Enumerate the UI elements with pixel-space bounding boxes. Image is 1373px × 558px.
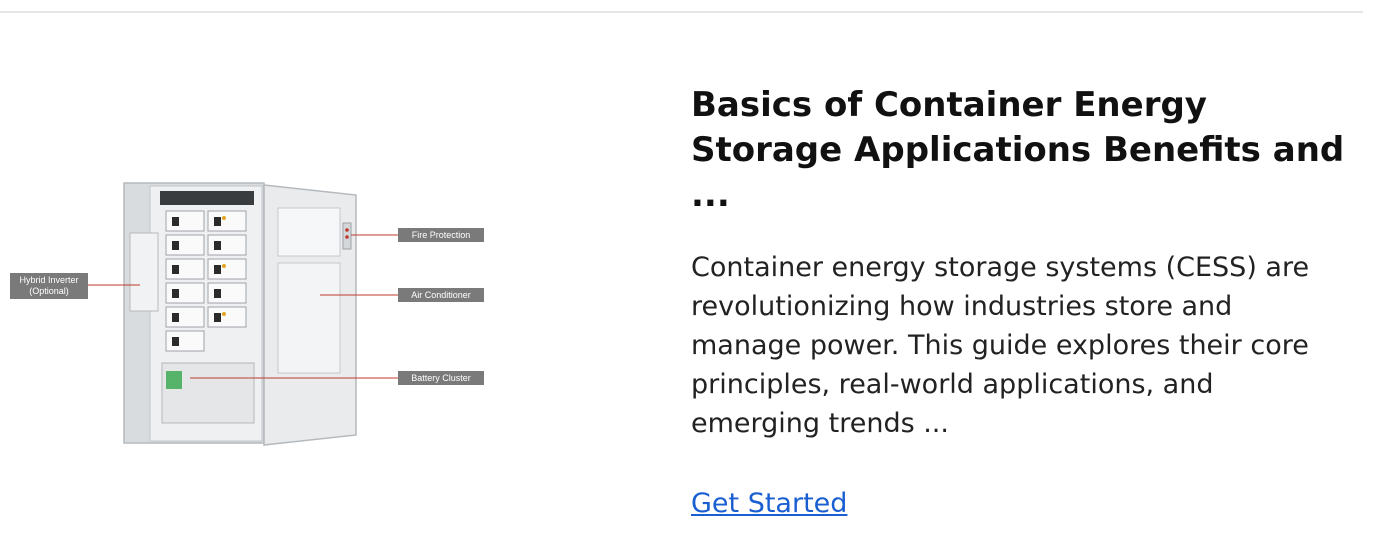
article-title: Basics of Container Energy Storage Appli… — [691, 85, 1345, 215]
energy-storage-cabinet-image: Hybrid Inverter (Optional) Fire Protecti… — [10, 182, 484, 446]
article-card: Hybrid Inverter (Optional) Fire Protecti… — [0, 13, 1373, 558]
article-excerpt: Container energy storage systems (CESS) … — [691, 252, 1310, 439]
callout-battery-cluster: Battery Cluster — [411, 373, 471, 383]
get-started-link[interactable]: Get Started — [691, 487, 847, 521]
callout-hybrid-inverter-line2: (Optional) — [29, 286, 69, 296]
callout-fire-protection: Fire Protection — [412, 230, 471, 240]
callout-hybrid-inverter-line1: Hybrid Inverter — [19, 275, 78, 285]
article-text: Basics of Container Energy Storage Appli… — [691, 83, 1351, 521]
callout-air-conditioner: Air Conditioner — [411, 290, 471, 300]
